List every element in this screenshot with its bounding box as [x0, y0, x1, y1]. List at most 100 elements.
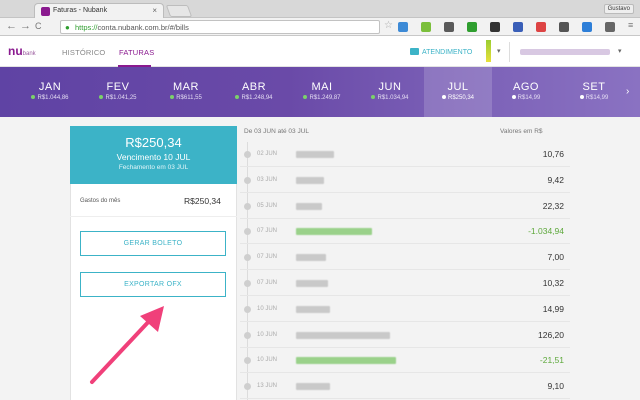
- transaction-amount: 126,20: [538, 329, 564, 340]
- transaction-row[interactable]: 03 JUN 9,42: [240, 168, 570, 193]
- transaction-row[interactable]: 10 JUN 126,20: [240, 323, 570, 348]
- timeline-dot-icon: [244, 202, 251, 210]
- browser-extension-icon[interactable]: [421, 22, 431, 32]
- month-amount: R$1.041,25: [105, 95, 137, 101]
- atendimento-link[interactable]: ATENDIMENTO: [410, 48, 472, 56]
- timeline-dot-icon: [244, 254, 251, 262]
- transaction-amount: 22,32: [542, 200, 564, 211]
- chevron-down-icon[interactable]: ▾: [497, 47, 501, 55]
- app-header: nubank HISTÓRICO FATURAS ATENDIMENTO ▾ ▾: [0, 36, 640, 67]
- month-value: R$1.249,87: [288, 95, 356, 101]
- transaction-amount: 7,00: [547, 252, 564, 263]
- month-tab-abr[interactable]: ABR R$1.248,94: [220, 67, 288, 117]
- month-name: JUL: [447, 81, 469, 93]
- browser-extension-icon[interactable]: [490, 22, 500, 32]
- transaction-date: 03 JUN: [257, 176, 278, 183]
- browser-user-button[interactable]: Gustavo: [603, 4, 634, 14]
- bookmark-star-icon[interactable]: ☆: [384, 20, 393, 31]
- transaction-description-blurred: [296, 228, 372, 236]
- transaction-row[interactable]: 13 JUN 9,10: [240, 374, 570, 400]
- nubank-favicon-icon: [41, 7, 50, 16]
- browser-extension-icon[interactable]: [398, 22, 408, 32]
- month-value: R$14,99: [560, 95, 628, 101]
- reload-icon[interactable]: C: [35, 21, 42, 31]
- browser-toolbar: ← → C ● https://conta.nubank.com.br/#/bi…: [0, 18, 640, 36]
- transaction-amount: 9,42: [547, 174, 564, 185]
- month-name: SET: [582, 81, 606, 93]
- month-amount: R$1.034,94: [377, 95, 409, 101]
- month-status-dot-icon: [303, 95, 308, 99]
- month-tab-mai[interactable]: MAI R$1.249,87: [288, 67, 356, 117]
- transaction-row[interactable]: 05 JUN 22,32: [240, 194, 570, 219]
- transaction-date: 05 JUN: [257, 202, 278, 209]
- header-divider: [509, 42, 510, 62]
- month-amount: R$1.044,86: [37, 95, 69, 101]
- transaction-row[interactable]: 10 JUN -21,51: [240, 348, 570, 374]
- browser-extension-icon[interactable]: [513, 22, 523, 32]
- transaction-row[interactable]: 10 JUN 14,99: [240, 297, 570, 322]
- exportar-ofx-button[interactable]: EXPORTAR OFX: [80, 272, 226, 297]
- bill-amount: R$250,34: [125, 135, 182, 150]
- month-tab-mar[interactable]: MAR R$611,55: [152, 67, 220, 117]
- transaction-row[interactable]: 07 JUN 10,32: [240, 271, 570, 296]
- next-months-icon[interactable]: ›: [626, 86, 629, 97]
- transaction-description-blurred: [296, 383, 330, 391]
- month-amount: R$611,55: [176, 95, 202, 101]
- timeline-dot-icon: [244, 357, 251, 365]
- browser-extension-icon[interactable]: [444, 22, 454, 32]
- browser-extension-icon[interactable]: [605, 22, 615, 32]
- transaction-description-blurred: [296, 176, 324, 184]
- month-value: R$611,55: [152, 95, 220, 101]
- browser-tab[interactable]: Faturas - Nubank ×: [34, 3, 164, 18]
- month-tab-ago[interactable]: AGO R$14,99: [492, 67, 560, 117]
- logo-main: nu: [8, 44, 23, 58]
- month-tab-jun[interactable]: JUN R$1.034,94: [356, 67, 424, 117]
- tab-faturas[interactable]: FATURAS: [119, 48, 154, 57]
- month-tab-fev[interactable]: FEV R$1.041,25: [84, 67, 152, 117]
- month-name: MAI: [311, 81, 333, 93]
- transaction-description-blurred: [296, 151, 334, 158]
- status-flag: [486, 40, 491, 62]
- month-status-dot-icon: [371, 95, 376, 99]
- period-label: De 03 JUN até 03 JUL: [244, 128, 310, 135]
- gastos-value: R$250,34: [184, 196, 221, 206]
- transaction-date: 07 JUN: [257, 280, 278, 286]
- browser-menu-icon[interactable]: ≡: [628, 20, 633, 30]
- transaction-row[interactable]: 07 JUN 7,00: [240, 245, 570, 271]
- account-chevron-down-icon[interactable]: ▾: [618, 47, 622, 55]
- back-arrow-icon[interactable]: ←: [6, 20, 17, 32]
- forward-arrow-icon[interactable]: →: [20, 20, 31, 32]
- timeline-dot-icon: [244, 176, 251, 184]
- month-tab-jan[interactable]: JAN R$1.044,86: [16, 67, 84, 117]
- month-status-dot-icon: [441, 95, 446, 99]
- browser-extension-icon[interactable]: [536, 22, 546, 32]
- transaction-date: 07 JUN: [257, 228, 278, 235]
- gastos-label: Gastos do mês: [80, 198, 121, 204]
- month-tab-set[interactable]: SET R$14,99: [560, 67, 628, 117]
- gerar-boleto-button[interactable]: GERAR BOLETO: [80, 231, 226, 256]
- transaction-description-blurred: [296, 331, 390, 339]
- month-value: R$1.248,94: [220, 95, 288, 101]
- transaction-date: 10 JUN: [257, 357, 278, 364]
- transaction-amount: 10,32: [542, 278, 564, 288]
- tab-historico[interactable]: HISTÓRICO: [62, 48, 105, 57]
- transaction-row[interactable]: 07 JUN -1.034,94: [240, 219, 570, 245]
- month-tab-jul[interactable]: JUL R$250,34: [424, 67, 492, 117]
- month-amount: R$14,99: [585, 95, 609, 101]
- new-tab-button[interactable]: [165, 5, 193, 17]
- account-name-blurred[interactable]: [520, 49, 610, 55]
- month-status-dot-icon: [511, 95, 516, 99]
- browser-extension-icon[interactable]: [582, 22, 592, 32]
- browser-tab-bar: Faturas - Nubank × Gustavo: [0, 0, 640, 18]
- transaction-description-blurred: [296, 254, 326, 262]
- timeline-dot-icon: [244, 228, 251, 236]
- timeline-dot-icon: [244, 280, 251, 287]
- tab-close-icon[interactable]: ×: [152, 6, 157, 15]
- address-bar[interactable]: ● https://conta.nubank.com.br/#/bills: [60, 20, 380, 34]
- browser-extension-icon[interactable]: [467, 22, 477, 32]
- browser-extension-icon[interactable]: [559, 22, 569, 32]
- transaction-description-blurred: [296, 357, 396, 365]
- nubank-logo[interactable]: nubank: [8, 44, 36, 58]
- transaction-row[interactable]: 02 JUN 10,76: [240, 142, 570, 167]
- url-scheme: https://: [75, 23, 98, 32]
